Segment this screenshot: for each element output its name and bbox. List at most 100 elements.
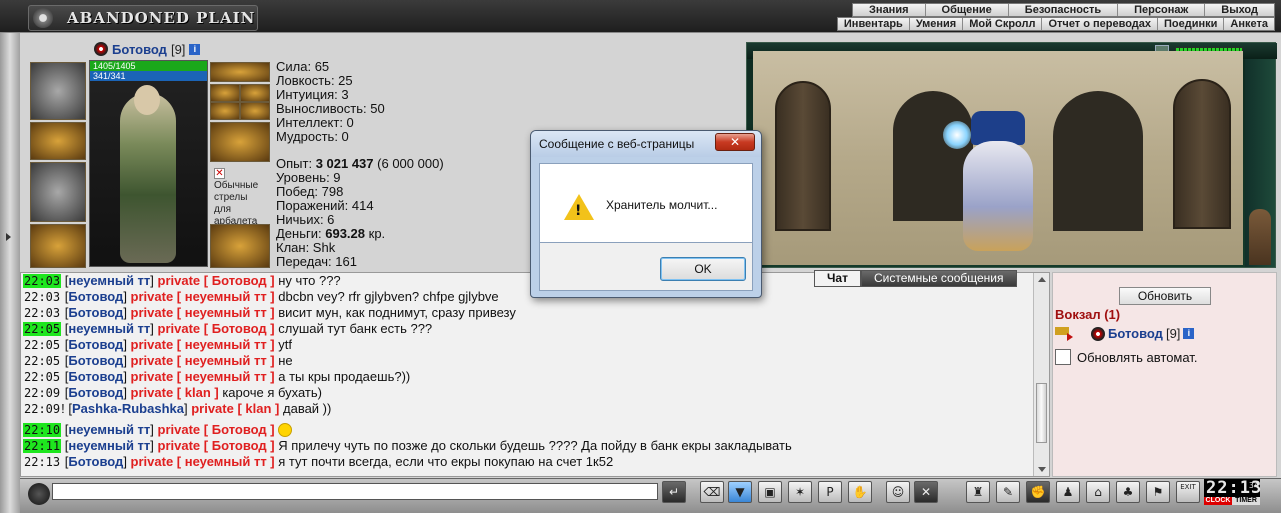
friends-icon[interactable]: ♣ — [1116, 481, 1140, 503]
character-name[interactable]: Ботовод — [112, 42, 167, 57]
chat-sender[interactable]: Ботовод — [68, 289, 123, 304]
bag-icon[interactable]: ♜ — [966, 481, 990, 503]
private-label[interactable]: private — [131, 353, 174, 368]
chat-time[interactable]: 22:03 — [23, 306, 61, 320]
chat-time[interactable]: 22:10 — [23, 423, 62, 437]
right-door[interactable] — [1173, 79, 1231, 229]
amulet-slot[interactable] — [210, 62, 270, 82]
close-icon[interactable]: ✕ — [214, 168, 225, 179]
chat-sender[interactable]: Ботовод — [68, 454, 123, 469]
online-user-name[interactable]: Ботовод — [1108, 326, 1163, 341]
auto-refresh-checkbox[interactable] — [1055, 349, 1071, 365]
private-label[interactable]: private — [191, 401, 234, 416]
gloves-slot[interactable] — [210, 122, 270, 162]
chat-time[interactable]: 22:11 — [23, 439, 62, 453]
chat-time[interactable]: 22:05 — [23, 322, 62, 336]
tab-system-messages[interactable]: Системные сообщения — [860, 270, 1017, 287]
exit-icon[interactable]: EXIT — [1176, 481, 1200, 503]
chat-sender[interactable]: неуемный тт — [68, 438, 150, 453]
private-label[interactable]: private — [131, 305, 174, 320]
private-label[interactable]: private — [131, 337, 174, 352]
smile-icon[interactable]: ☺ — [886, 481, 910, 503]
chat-recipient[interactable]: неуемный тт — [185, 353, 267, 368]
bell-pillar[interactable] — [1249, 209, 1271, 265]
left-door[interactable] — [775, 81, 831, 231]
private-label[interactable]: private — [158, 273, 201, 288]
tab-chat[interactable]: Чат — [814, 270, 861, 287]
ring-slot-4[interactable] — [240, 102, 270, 120]
scroll-down-icon[interactable] — [1038, 467, 1046, 472]
expand-arrow-icon[interactable] — [6, 233, 11, 241]
menu-battles[interactable]: Поединки — [1158, 18, 1225, 30]
bracers-slot[interactable] — [30, 122, 86, 160]
save-icon[interactable]: ▣ — [758, 481, 782, 503]
menu-skills[interactable]: Умения — [910, 18, 964, 30]
chat-recipient[interactable]: Ботовод — [212, 273, 267, 288]
chat-sender[interactable]: Pashka-Rubashka — [72, 401, 184, 416]
private-label[interactable]: private — [131, 289, 174, 304]
chat-time[interactable]: 22:05 — [23, 354, 61, 368]
ring-slot-3[interactable] — [210, 102, 240, 120]
ok-button[interactable]: OK — [660, 257, 746, 281]
chat-time[interactable]: 22:03 — [23, 274, 62, 288]
menu-inventory[interactable]: Инвентарь — [838, 18, 910, 30]
chat-time[interactable]: 22:13 — [23, 455, 61, 469]
armor-slot[interactable] — [30, 224, 86, 268]
chat-sender[interactable]: неуемный тт — [68, 321, 150, 336]
chat-sender[interactable]: неуемный тт — [68, 422, 150, 437]
ring-slot-2[interactable] — [240, 84, 270, 102]
keeper-npc[interactable] — [943, 101, 1053, 261]
chat-recipient[interactable]: Ботовод — [212, 422, 267, 437]
chat-sender[interactable]: Ботовод — [68, 305, 123, 320]
fist-icon[interactable]: ✊ — [1026, 481, 1050, 503]
chat-time[interactable]: 22:05 — [23, 370, 61, 384]
chat-sender[interactable]: Ботовод — [68, 337, 123, 352]
menu-exit[interactable]: Выход — [1205, 4, 1274, 16]
private-label[interactable]: private — [131, 385, 174, 400]
filter-icon[interactable]: ▼ — [728, 481, 752, 503]
chat-recipient[interactable]: Ботовод — [212, 321, 267, 336]
chat-sender[interactable]: неуемный тт — [68, 273, 150, 288]
dialog-close-button[interactable]: ✕ — [715, 133, 755, 151]
menu-my-scroll[interactable]: Мой Скролл — [963, 18, 1043, 30]
chat-recipient[interactable]: неуемный тт — [185, 289, 267, 304]
scroll-up-icon[interactable] — [1038, 277, 1046, 282]
dialog-titlebar[interactable]: Сообщение с веб-страницы ✕ — [531, 131, 761, 157]
info-icon[interactable]: i — [189, 43, 201, 55]
info-icon[interactable]: i — [1183, 328, 1195, 339]
private-label[interactable]: private — [158, 321, 201, 336]
private-label[interactable]: private — [131, 369, 174, 384]
chat-recipient[interactable]: Ботовод — [212, 438, 267, 453]
private-label[interactable]: private — [158, 422, 201, 437]
running-man-icon[interactable]: ✶ — [788, 481, 812, 503]
chat-time[interactable]: 22:03 — [23, 290, 61, 304]
send-icon[interactable]: ↵ — [662, 481, 686, 503]
boots-slot[interactable] — [210, 224, 270, 268]
chat-recipient[interactable]: неуемный тт — [185, 369, 267, 384]
chat-time[interactable]: 22:09 — [23, 402, 61, 416]
eraser-icon[interactable]: ⌫ — [700, 481, 724, 503]
clear-icon[interactable]: ✕ — [914, 481, 938, 503]
hand-icon[interactable]: ✋ — [848, 481, 872, 503]
menu-communication[interactable]: Общение — [926, 4, 1009, 16]
brush-icon[interactable]: ✎ — [996, 481, 1020, 503]
chat-recipient[interactable]: неуемный тт — [185, 337, 267, 352]
menu-transfer-report[interactable]: Отчет о переводах — [1042, 18, 1159, 30]
chat-recipient[interactable]: неуемный тт — [185, 454, 267, 469]
refresh-button[interactable]: Обновить — [1119, 287, 1211, 305]
menu-knowledge[interactable]: Знания — [853, 4, 926, 16]
chat-time[interactable]: 22:09 — [23, 386, 61, 400]
chat-sender[interactable]: Ботовод — [68, 369, 123, 384]
clock-label[interactable]: CLOCK — [1204, 497, 1232, 505]
timer-label[interactable]: TIMER — [1232, 497, 1260, 505]
chat-recipient[interactable]: неуемный тт — [185, 305, 267, 320]
crossbow-slot[interactable] — [30, 162, 86, 222]
chat-sender[interactable]: Ботовод — [68, 385, 123, 400]
chat-recipient[interactable]: klan — [185, 385, 211, 400]
pl-icon[interactable]: P — [818, 481, 842, 503]
avatar-head-icon[interactable] — [28, 483, 50, 505]
chat-time[interactable]: 22:05 — [23, 338, 61, 352]
house-icon[interactable]: ⌂ — [1086, 481, 1110, 503]
menu-character[interactable]: Персонаж — [1118, 4, 1206, 16]
helmet-slot[interactable] — [30, 62, 86, 120]
